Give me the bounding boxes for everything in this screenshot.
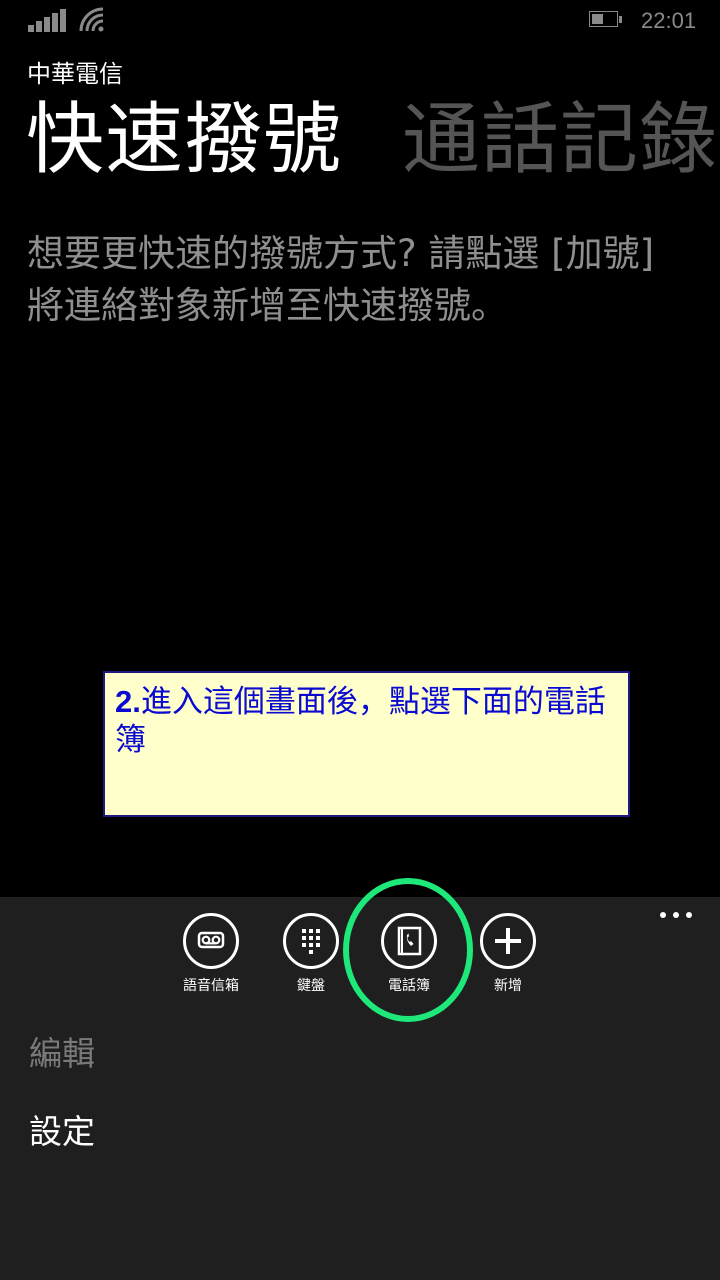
add-label: 新增: [494, 978, 522, 994]
app-bar: 語音信箱 鍵盤 電話簿 新增: [0, 897, 720, 1280]
annotation-text: 進入這個畫面後，點選下面的電話簿: [115, 684, 606, 758]
keypad-icon: [302, 929, 320, 954]
phone-screen: 22:01 中華電信 快速撥號 通話記錄 想要更快速的撥號方式? 請點選 [加號…: [0, 0, 720, 1280]
tab-speed-dial[interactable]: 快速撥號: [26, 90, 342, 190]
menu-item-edit[interactable]: 編輯: [29, 1032, 95, 1076]
signal-icon: [28, 8, 66, 32]
phonebook-icon: [397, 926, 422, 956]
more-options-button[interactable]: [654, 901, 698, 927]
keypad-label: 鍵盤: [297, 978, 325, 994]
wifi-icon: [79, 7, 104, 32]
empty-speed-dial-hint: 想要更快速的撥號方式? 請點選 [加號] 將連絡對象新增至快速撥號。: [27, 232, 655, 327]
tutorial-annotation: 2.進入這個畫面後，點選下面的電話簿: [103, 671, 630, 817]
status-bar: 22:01: [0, 0, 720, 42]
keypad-button[interactable]: 鍵盤: [256, 913, 366, 1013]
add-button[interactable]: 新增: [453, 913, 563, 1013]
pivot-header: 快速撥號 通話記錄: [0, 90, 720, 190]
status-time: 22:01: [641, 8, 697, 33]
phonebook-label: 電話簿: [388, 978, 430, 994]
phonebook-button[interactable]: 電話簿: [354, 913, 464, 1013]
voicemail-icon: [197, 931, 225, 949]
carrier-name: 中華電信: [27, 60, 123, 88]
add-icon: [495, 928, 521, 954]
battery-icon: [589, 11, 623, 29]
voicemail-label: 語音信箱: [183, 978, 239, 994]
menu-item-settings[interactable]: 設定: [29, 1110, 95, 1154]
tab-call-history[interactable]: 通話記錄: [402, 90, 718, 190]
voicemail-button[interactable]: 語音信箱: [156, 913, 266, 1013]
annotation-step-number: 2.: [115, 684, 141, 719]
